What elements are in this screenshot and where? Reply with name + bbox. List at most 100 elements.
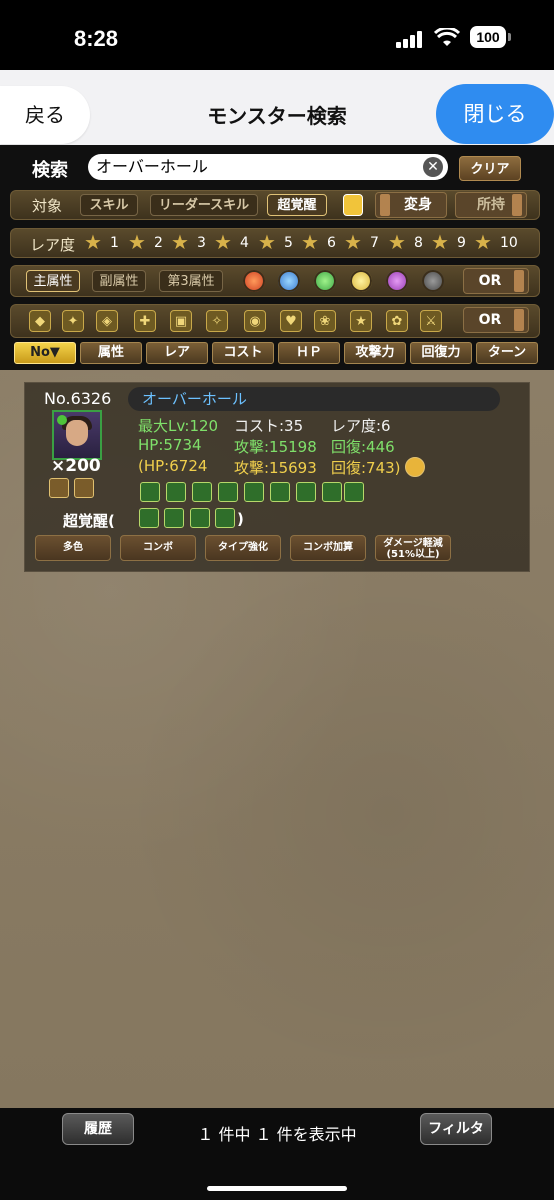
- star-icon[interactable]: ★: [431, 230, 449, 254]
- awakening-mode: OR: [478, 312, 502, 328]
- rarity-9[interactable]: 9: [457, 235, 466, 251]
- rarity-4[interactable]: 4: [240, 235, 249, 251]
- rarity-3[interactable]: 3: [197, 235, 206, 251]
- awakening-filter-icon[interactable]: ★: [350, 310, 372, 332]
- fire-orb-icon[interactable]: [243, 270, 265, 292]
- battery-icon: 100: [470, 26, 511, 48]
- tag-multicolor[interactable]: 多色: [35, 535, 111, 561]
- tag-type-boost[interactable]: タイプ強化: [205, 535, 281, 561]
- search-label: 検索: [32, 160, 68, 181]
- attribute-row: [10, 265, 540, 297]
- hp-limit-stat: (HP:6724: [138, 457, 208, 475]
- tag-damage-reduction-sub: (51%以上): [386, 549, 440, 560]
- star-icon[interactable]: ★: [171, 230, 189, 254]
- super-awakening-label: 超覚醒(: [63, 512, 115, 530]
- tag-damage-reduction[interactable]: ダメージ軽減 (51%以上): [375, 535, 451, 561]
- attribute-or-toggle[interactable]: OR: [463, 268, 529, 294]
- star-icon[interactable]: ★: [258, 230, 276, 254]
- sort-cost-button[interactable]: コスト: [212, 342, 274, 364]
- awakening-filter-icon[interactable]: ▣: [170, 310, 192, 332]
- star-icon[interactable]: ★: [344, 230, 362, 254]
- awakening-filter-icon[interactable]: ❀: [314, 310, 336, 332]
- tag-damage-reduction-label: ダメージ軽減: [383, 538, 443, 549]
- awakening-row: [10, 304, 540, 338]
- target-skill-chip[interactable]: スキル: [80, 194, 138, 216]
- rarity-label: レア度: [30, 236, 76, 254]
- rarity-5[interactable]: 5: [284, 235, 293, 251]
- water-orb-icon[interactable]: [278, 270, 300, 292]
- cellular-signal-icon: [396, 30, 426, 48]
- star-icon[interactable]: ★: [84, 230, 102, 254]
- wood-attribute-icon: [57, 415, 67, 425]
- sort-turn-button[interactable]: ターン: [476, 342, 538, 364]
- sort-attribute-button[interactable]: 属性: [80, 342, 142, 364]
- rarity-6[interactable]: 6: [327, 235, 336, 251]
- star-icon[interactable]: ★: [214, 230, 232, 254]
- sort-rarity-button[interactable]: レア: [146, 342, 208, 364]
- status-bar: 8:28 100: [0, 0, 554, 70]
- sort-no-button[interactable]: No▼: [14, 342, 76, 364]
- dark-orb-icon[interactable]: [386, 270, 408, 292]
- transform-toggle[interactable]: 変身: [375, 192, 447, 218]
- star-icon[interactable]: ★: [128, 230, 146, 254]
- main-attribute-chip[interactable]: 主属性: [26, 270, 80, 292]
- target-leader-skill-chip[interactable]: リーダースキル: [150, 194, 258, 216]
- target-label: 対象: [32, 197, 63, 215]
- type-icon: [49, 478, 69, 498]
- awakening-filter-icon[interactable]: ♥: [280, 310, 302, 332]
- filter-button[interactable]: フィルタ: [420, 1113, 492, 1145]
- rarity-10[interactable]: 10: [500, 235, 518, 251]
- attack-limit-stat: 攻撃:15693: [234, 459, 317, 477]
- clear-x-icon[interactable]: ✕: [423, 157, 443, 177]
- awakening-icon: [322, 482, 342, 502]
- monster-portrait[interactable]: [52, 410, 102, 460]
- star-icon[interactable]: ★: [301, 230, 319, 254]
- limit-break-icon: [405, 457, 425, 477]
- super-awakening-icon: [139, 508, 159, 528]
- sort-attack-button[interactable]: 攻撃力: [344, 342, 406, 364]
- search-input[interactable]: オーバーホール: [88, 154, 448, 180]
- awakening-icon: [166, 482, 186, 502]
- awakening-filter-icon[interactable]: ◈: [96, 310, 118, 332]
- no-attribute-icon[interactable]: [422, 270, 444, 292]
- type-icon: [74, 478, 94, 498]
- star-icon[interactable]: ★: [474, 230, 492, 254]
- super-awakening-icon: [164, 508, 184, 528]
- rarity-7[interactable]: 7: [370, 235, 379, 251]
- star-icon[interactable]: ★: [388, 230, 406, 254]
- rarity-2[interactable]: 2: [154, 235, 163, 251]
- super-awakening-icon: [190, 508, 210, 528]
- awakening-icon: [344, 482, 364, 502]
- awakening-icon: [270, 482, 290, 502]
- status-time: 8:28: [74, 26, 119, 51]
- awakening-or-toggle[interactable]: OR: [463, 307, 529, 333]
- light-orb-icon[interactable]: [350, 270, 372, 292]
- monster-number: No.6326: [44, 389, 112, 408]
- tag-combo-add[interactable]: コンボ加算: [290, 535, 366, 561]
- awakening-filter-icon[interactable]: ⚔: [420, 310, 442, 332]
- rarity-8[interactable]: 8: [414, 235, 423, 251]
- owned-toggle[interactable]: 所持: [455, 192, 527, 218]
- navigation-bar: 戻る モンスター検索 閉じる: [0, 70, 554, 145]
- egg-icon[interactable]: [343, 194, 363, 216]
- third-attribute-chip[interactable]: 第3属性: [159, 270, 223, 292]
- sort-recovery-button[interactable]: 回復力: [410, 342, 472, 364]
- awakening-icon: [140, 482, 160, 502]
- awakening-filter-icon[interactable]: ◆: [29, 310, 51, 332]
- awakening-icon: [218, 482, 238, 502]
- home-indicator[interactable]: [207, 1186, 347, 1191]
- wood-orb-icon[interactable]: [314, 270, 336, 292]
- close-button[interactable]: 閉じる: [436, 84, 554, 144]
- awakening-filter-icon[interactable]: ✦: [62, 310, 84, 332]
- target-super-awaken-chip[interactable]: 超覚醒: [267, 194, 327, 216]
- awakening-filter-icon[interactable]: ✿: [386, 310, 408, 332]
- awakening-filter-icon[interactable]: ✧: [206, 310, 228, 332]
- tag-combo[interactable]: コンボ: [120, 535, 196, 561]
- clear-button[interactable]: クリア: [459, 156, 521, 181]
- hp-stat: HP:5734: [138, 436, 202, 454]
- rarity-1[interactable]: 1: [110, 235, 119, 251]
- sort-hp-button[interactable]: ＨＰ: [278, 342, 340, 364]
- awakening-filter-icon[interactable]: ◉: [244, 310, 266, 332]
- awakening-filter-icon[interactable]: ✚: [134, 310, 156, 332]
- sub-attribute-chip[interactable]: 副属性: [92, 270, 146, 292]
